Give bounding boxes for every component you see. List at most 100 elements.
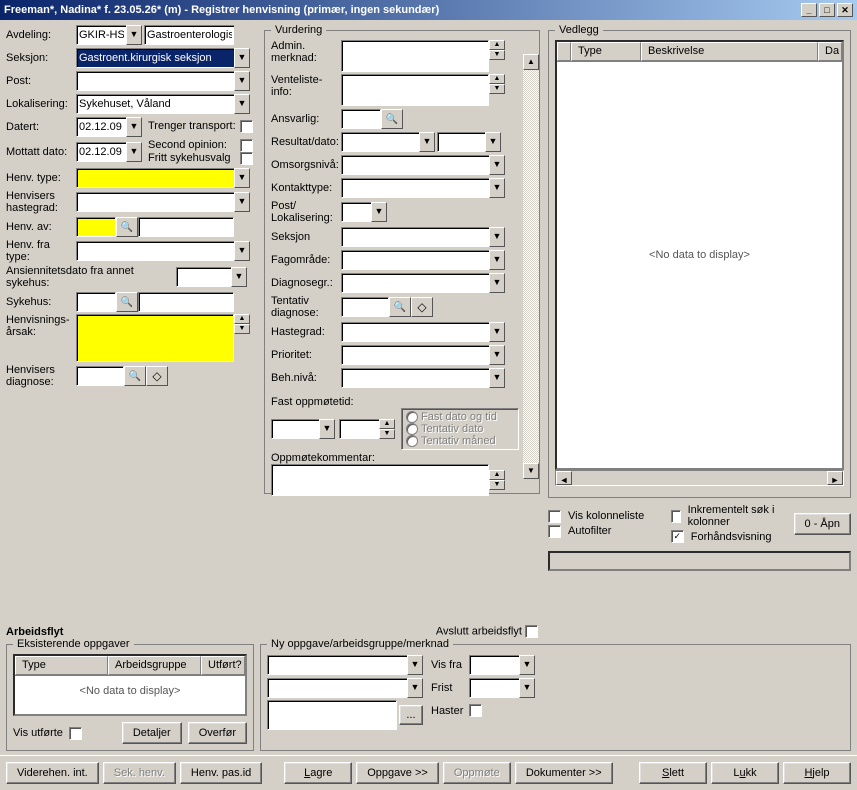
fastopp-time-down[interactable]: ▼ [379, 429, 395, 439]
fastopp-date-input[interactable] [271, 419, 319, 439]
behniva-input[interactable] [341, 368, 489, 388]
post-input[interactable] [76, 71, 234, 91]
minimize-button[interactable]: _ [801, 3, 817, 17]
ny-arbeidsgruppe-input[interactable] [267, 678, 407, 698]
ny-merknad-textarea[interactable] [267, 700, 397, 730]
hastegrad-dropdown-button[interactable]: ▼ [234, 192, 250, 212]
fastopp-time-up[interactable]: ▲ [379, 419, 395, 429]
ny-oppgave-input[interactable] [267, 655, 407, 675]
visfra-input[interactable] [469, 655, 519, 675]
avdeling-code-dropdown-button[interactable]: ▼ [126, 25, 142, 45]
henvav-name-input[interactable] [138, 217, 234, 237]
avdeling-code-input[interactable] [76, 25, 126, 45]
ny-browse-button[interactable]: ... [399, 705, 423, 725]
vedlegg-hscrollbar[interactable]: ◄ ► [555, 470, 844, 486]
tentmaned-radio[interactable] [406, 435, 418, 447]
tentativ-clear-button[interactable] [411, 297, 433, 317]
arsak-up-button[interactable]: ▲ [234, 314, 250, 324]
sykehus-name-input[interactable] [138, 292, 234, 312]
ansvarlig-input[interactable] [341, 109, 381, 129]
close-button[interactable]: ✕ [837, 3, 853, 17]
mottatt-input[interactable] [76, 142, 126, 162]
postlok-input[interactable] [341, 202, 371, 222]
resultat-date-dropdown-button[interactable]: ▼ [485, 132, 501, 152]
fagomrade-input[interactable] [341, 250, 489, 270]
oppmote-button[interactable]: Oppmøte [443, 762, 511, 784]
henv-pasid-button[interactable]: Henv. pas.id [180, 762, 262, 784]
henvtype-input[interactable] [76, 168, 234, 188]
col-beskrivelse-header[interactable]: Beskrivelse [641, 42, 818, 61]
maximize-button[interactable]: □ [819, 3, 835, 17]
sykehus-search-button[interactable] [116, 292, 138, 312]
post-dropdown-button[interactable]: ▼ [234, 71, 250, 91]
vis-utforte-checkbox[interactable] [69, 727, 82, 740]
kontakt-dropdown-button[interactable]: ▼ [489, 178, 505, 198]
resultat-date-input[interactable] [437, 132, 485, 152]
omsorg-dropdown-button[interactable]: ▼ [489, 155, 505, 175]
prioritet-input[interactable] [341, 345, 489, 365]
col-type-header[interactable]: Type [571, 42, 641, 61]
lokalisering-dropdown-button[interactable]: ▼ [234, 94, 250, 114]
vente-up-button[interactable]: ▲ [489, 74, 505, 84]
eksisterende-grid[interactable]: Type Arbeidsgruppe Utført? <No data to d… [13, 654, 247, 716]
dokumenter-button[interactable]: Dokumenter >> [515, 762, 613, 784]
admin-down-button[interactable]: ▼ [489, 50, 505, 60]
lukk-button[interactable]: Lukk [711, 762, 779, 784]
vedlegg-grid[interactable]: Type Beskrivelse Da <No data to display> [555, 40, 844, 470]
slett-button[interactable]: Slett [639, 762, 707, 784]
admin-up-button[interactable]: ▲ [489, 40, 505, 50]
tentativ-input[interactable] [341, 297, 389, 317]
ny-arbeidsgruppe-dropdown-button[interactable]: ▼ [407, 678, 423, 698]
oppgave-button[interactable]: Oppgave >> [356, 762, 439, 784]
avslutt-checkbox[interactable] [525, 625, 538, 638]
ansienn-dropdown-button[interactable]: ▼ [231, 267, 247, 287]
hscroll-left-button[interactable]: ◄ [556, 471, 572, 485]
second-opinion-checkbox[interactable] [240, 139, 253, 152]
hastegrad2-dropdown-button[interactable]: ▼ [489, 322, 505, 342]
datert-input[interactable] [76, 117, 126, 137]
vente-down-button[interactable]: ▼ [489, 84, 505, 94]
ny-oppgave-dropdown-button[interactable]: ▼ [407, 655, 423, 675]
transport-checkbox[interactable] [240, 120, 253, 133]
vurdering-scrollbar[interactable]: ▲ ▼ [523, 54, 539, 479]
grid-corner-cell[interactable] [557, 42, 571, 61]
seksjon2-dropdown-button[interactable]: ▼ [489, 227, 505, 247]
behniva-dropdown-button[interactable]: ▼ [489, 368, 505, 388]
scroll-down-button[interactable]: ▼ [523, 463, 539, 479]
postlok-dropdown-button[interactable]: ▼ [371, 202, 387, 222]
fastopp-date-dropdown-button[interactable]: ▼ [319, 419, 335, 439]
seksjon2-input[interactable] [341, 227, 489, 247]
henvav-code-input[interactable] [76, 217, 116, 237]
sykehus-code-input[interactable] [76, 292, 116, 312]
kontakt-input[interactable] [341, 178, 489, 198]
oppkom-up-button[interactable]: ▲ [489, 470, 505, 480]
visfra-dropdown-button[interactable]: ▼ [519, 655, 535, 675]
fritt-checkbox[interactable] [240, 152, 253, 165]
arsak-down-button[interactable]: ▼ [234, 324, 250, 334]
kolonneliste-checkbox[interactable] [548, 510, 561, 523]
fastopp-time-input[interactable] [339, 419, 379, 439]
hscroll-right-button[interactable]: ► [827, 471, 843, 485]
overfor-button[interactable]: Overfør [188, 722, 247, 744]
sek-henv-button[interactable]: Sek. henv. [103, 762, 176, 784]
haster-checkbox[interactable] [469, 704, 482, 717]
apne-button[interactable]: 0 - Åpn [794, 513, 851, 535]
oppkommentar-textarea[interactable] [271, 464, 489, 496]
arsak-textarea[interactable] [76, 314, 234, 362]
lokalisering-input[interactable] [76, 94, 234, 114]
ansvarlig-search-button[interactable] [381, 109, 403, 129]
autofilter-checkbox[interactable] [548, 525, 561, 538]
scroll-up-button[interactable]: ▲ [523, 54, 539, 70]
hastegrad-input[interactable] [76, 192, 234, 212]
col-da-header[interactable]: Da [818, 42, 842, 61]
henvfratype-input[interactable] [76, 241, 234, 261]
prioritet-dropdown-button[interactable]: ▼ [489, 345, 505, 365]
seksjon-input[interactable] [76, 48, 234, 68]
resultat-input[interactable] [341, 132, 419, 152]
diagnosegr-input[interactable] [341, 273, 489, 293]
oppkom-down-button[interactable]: ▼ [489, 480, 505, 490]
forhands-checkbox[interactable]: ✓ [671, 530, 684, 543]
fagomrade-dropdown-button[interactable]: ▼ [489, 250, 505, 270]
diagnose-code-input[interactable] [76, 366, 124, 386]
diagnosegr-dropdown-button[interactable]: ▼ [489, 273, 505, 293]
